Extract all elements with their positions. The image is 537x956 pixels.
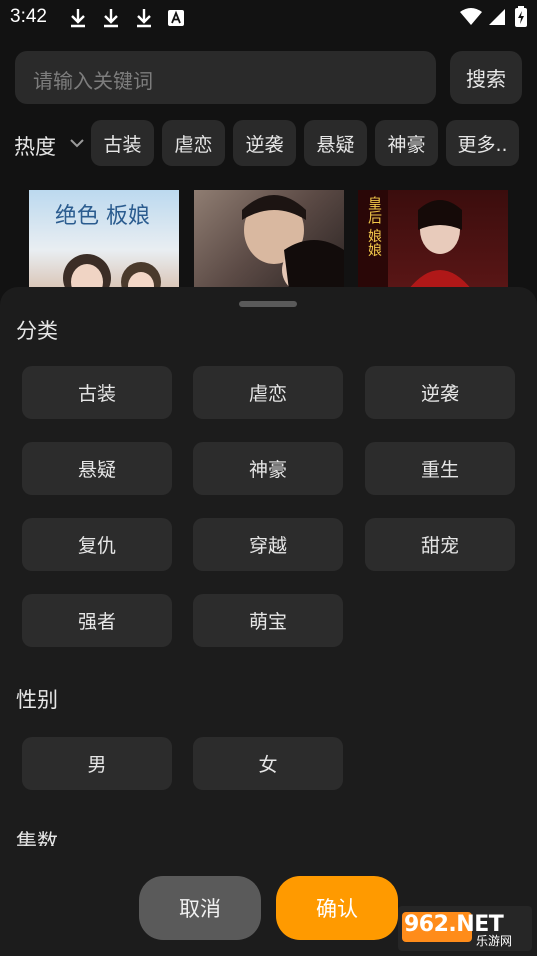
drag-handle[interactable] [239, 301, 297, 307]
episodes-title: 集数 [16, 830, 58, 846]
category-option[interactable]: 穿越 [193, 518, 343, 571]
status-bar: 3:42 [0, 0, 537, 36]
gender-title: 性别 [16, 688, 58, 712]
sort-hot-label[interactable]: 热度 [14, 131, 56, 161]
wifi-icon [460, 8, 482, 25]
category-option[interactable]: 萌宝 [193, 594, 343, 647]
watermark-logo: 962.NET 乐游网 [398, 906, 532, 951]
poster-card[interactable]: 皇后 娘娘 [358, 190, 508, 290]
watermark-subtext: 乐游网 [476, 934, 513, 948]
category-option[interactable]: 神豪 [193, 442, 343, 495]
poster-card[interactable]: 绝色 板娘 [29, 190, 179, 290]
cancel-button[interactable]: 取消 [139, 876, 261, 940]
search-input[interactable]: 请输入关键词 [15, 51, 436, 104]
chevron-down-icon[interactable] [68, 134, 86, 152]
clock: 3:42 [10, 6, 47, 27]
poster-title: 皇后 娘娘 [366, 196, 382, 257]
poster-image [242, 195, 344, 290]
hot-tag[interactable]: 古装 [91, 120, 154, 166]
poster-title: 绝色 板娘 [55, 204, 150, 229]
font-app-icon [168, 10, 184, 26]
download-icon [137, 9, 151, 28]
hot-tag[interactable]: 逆袭 [233, 120, 296, 166]
category-option[interactable]: 悬疑 [22, 442, 172, 495]
category-option[interactable]: 复仇 [22, 518, 172, 571]
hot-tag[interactable]: 悬疑 [304, 120, 367, 166]
download-icon [71, 9, 85, 28]
search-placeholder: 请输入关键词 [33, 69, 153, 93]
hot-tag[interactable]: 神豪 [375, 120, 438, 166]
category-option[interactable]: 逆袭 [365, 366, 515, 419]
signal-icon [489, 9, 505, 25]
category-title: 分类 [16, 319, 58, 343]
filter-sheet: 分类 古装 虐恋 逆袭 悬疑 神豪 重生 复仇 穿越 甜宠 强者 萌宝 性别 男… [0, 287, 537, 956]
search-button[interactable]: 搜索 [450, 51, 522, 104]
download-icon [104, 9, 118, 28]
category-option[interactable]: 甜宠 [365, 518, 515, 571]
battery-charging-icon [515, 6, 527, 27]
episodes-title-clip: 集数 [0, 820, 537, 846]
category-option[interactable]: 强者 [22, 594, 172, 647]
more-tags-button[interactable]: 更多.. [446, 120, 519, 166]
poster-card[interactable] [194, 190, 344, 290]
category-option[interactable]: 重生 [365, 442, 515, 495]
confirm-button[interactable]: 确认 [276, 876, 398, 940]
hot-tag[interactable]: 虐恋 [162, 120, 225, 166]
category-option[interactable]: 古装 [22, 366, 172, 419]
category-option[interactable]: 虐恋 [193, 366, 343, 419]
gender-option-female[interactable]: 女 [193, 737, 343, 790]
gender-option-male[interactable]: 男 [22, 737, 172, 790]
